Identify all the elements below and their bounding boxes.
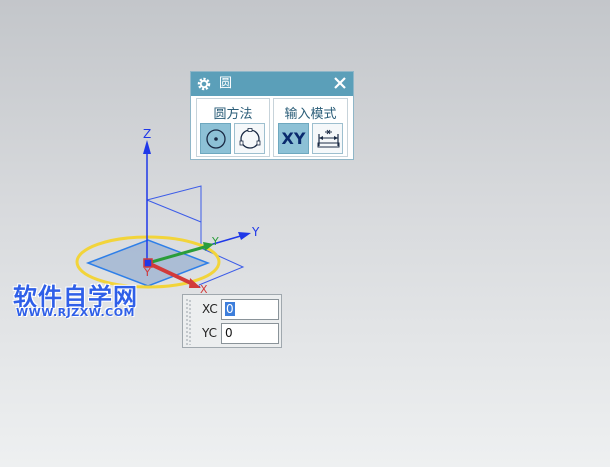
circle-center-icon — [206, 129, 226, 149]
dialog-title-bar[interactable]: 圆 — [191, 72, 353, 96]
wcs-x-label: Y — [143, 266, 151, 279]
watermark-url: WWW.RJZXW.COM — [16, 306, 135, 319]
yc-value: 0 — [225, 326, 233, 340]
coordinate-input-box: XC 0 YC 0 — [182, 294, 282, 348]
circle-method-group: 圆方法 — [196, 98, 270, 157]
xc-label: XC — [202, 302, 218, 316]
input-mode-group: 输入模式 XY — [273, 98, 348, 157]
y-axis-label: Y — [251, 225, 260, 239]
three-point-circle-button[interactable] — [234, 123, 265, 154]
y-axis-arrow — [238, 232, 251, 240]
input-mode-label: 输入模式 — [284, 107, 337, 122]
datum-plane-horizontal — [198, 247, 245, 286]
circle-method-label: 圆方法 — [213, 107, 253, 122]
yc-input[interactable]: 0 — [221, 323, 279, 344]
graphics-viewport[interactable]: Z Y Y Y X 软件自学网 WWW.RJZXW.COM 圆 圆方法 输入模式… — [0, 0, 610, 467]
parameter-mode-icon — [317, 129, 340, 148]
yc-label: YC — [202, 326, 218, 340]
xc-value: 0 — [225, 302, 235, 316]
z-axis-arrow — [143, 140, 151, 154]
center-radius-button[interactable] — [200, 123, 231, 154]
close-icon[interactable] — [333, 76, 347, 90]
xc-input[interactable]: 0 — [221, 299, 279, 320]
circle-three-point-icon — [239, 128, 261, 149]
circle-dialog: 圆 圆方法 输入模式 XY — [190, 71, 354, 160]
parameter-mode-button[interactable] — [312, 123, 343, 154]
z-axis-label: Z — [143, 127, 151, 141]
drag-handle[interactable] — [186, 299, 191, 345]
xy-mode-button[interactable]: XY — [278, 123, 309, 154]
dialog-title: 圆 — [219, 76, 233, 91]
xy-mode-label: XY — [281, 129, 306, 148]
wcs-y-label: Y — [211, 235, 219, 248]
gear-icon[interactable] — [196, 76, 212, 92]
